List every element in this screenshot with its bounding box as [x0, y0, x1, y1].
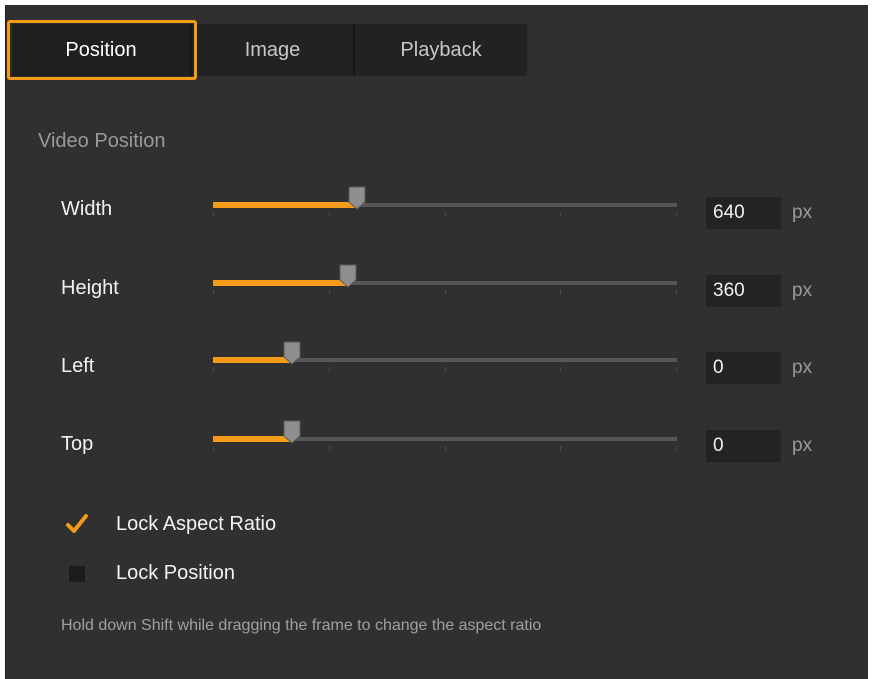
slider-tick	[560, 290, 561, 295]
slider-thumb[interactable]	[283, 420, 301, 444]
top-slider[interactable]	[213, 420, 677, 460]
slider-fill	[213, 357, 292, 363]
slider-tick	[560, 446, 561, 451]
left-input[interactable]	[706, 352, 781, 384]
tab-bar: Position Image Playback	[6, 5, 868, 80]
height-unit: px	[792, 280, 813, 301]
lock-aspect-ratio-label[interactable]: Lock Aspect Ratio	[116, 513, 276, 536]
slider-tick	[560, 212, 561, 217]
width-input[interactable]	[706, 197, 781, 229]
section-title: Video Position	[38, 130, 166, 152]
width-label: Width	[61, 198, 113, 220]
slider-fill	[213, 202, 357, 208]
slider-tick	[676, 212, 677, 217]
checkbox-box	[69, 566, 85, 582]
slider-tick	[445, 290, 446, 295]
height-label: Height	[61, 277, 119, 299]
height-slider[interactable]	[213, 264, 677, 304]
top-input[interactable]	[706, 430, 781, 462]
top-unit: px	[792, 435, 813, 456]
slider-thumb[interactable]	[283, 341, 301, 365]
slider-tick	[213, 367, 214, 372]
slider-tick	[676, 290, 677, 295]
slider-thumb[interactable]	[339, 264, 357, 288]
slider-fill	[213, 436, 292, 442]
lock-position-checkbox[interactable]	[66, 563, 88, 585]
lock-position-label[interactable]: Lock Position	[116, 562, 235, 585]
video-position-panel: Position Image Playback Video Position W…	[5, 5, 868, 679]
slider-tick	[329, 212, 330, 217]
slider-tick	[329, 367, 330, 372]
slider-tick	[560, 367, 561, 372]
tab-position[interactable]: Position	[12, 24, 190, 76]
left-label: Left	[61, 355, 95, 377]
slider-tick	[445, 446, 446, 451]
width-unit: px	[792, 202, 813, 223]
slider-tick	[445, 367, 446, 372]
width-slider[interactable]	[213, 186, 677, 226]
tab-playback[interactable]: Playback	[355, 24, 527, 76]
slider-tick	[676, 446, 677, 451]
height-input[interactable]	[706, 275, 781, 307]
slider-fill	[213, 280, 348, 286]
tab-image[interactable]: Image	[192, 24, 353, 76]
hint-text: Hold down Shift while dragging the frame…	[61, 617, 542, 634]
slider-tick	[213, 212, 214, 217]
slider-tick	[445, 212, 446, 217]
top-label: Top	[61, 433, 94, 455]
slider-tick	[329, 446, 330, 451]
slider-tick	[213, 290, 214, 295]
slider-tick	[676, 367, 677, 372]
slider-tick	[329, 290, 330, 295]
left-slider[interactable]	[213, 341, 677, 381]
checkmark-icon	[66, 514, 88, 533]
left-unit: px	[792, 357, 813, 378]
slider-thumb[interactable]	[348, 186, 366, 210]
lock-aspect-ratio-checkbox[interactable]	[66, 513, 88, 535]
slider-tick	[213, 446, 214, 451]
